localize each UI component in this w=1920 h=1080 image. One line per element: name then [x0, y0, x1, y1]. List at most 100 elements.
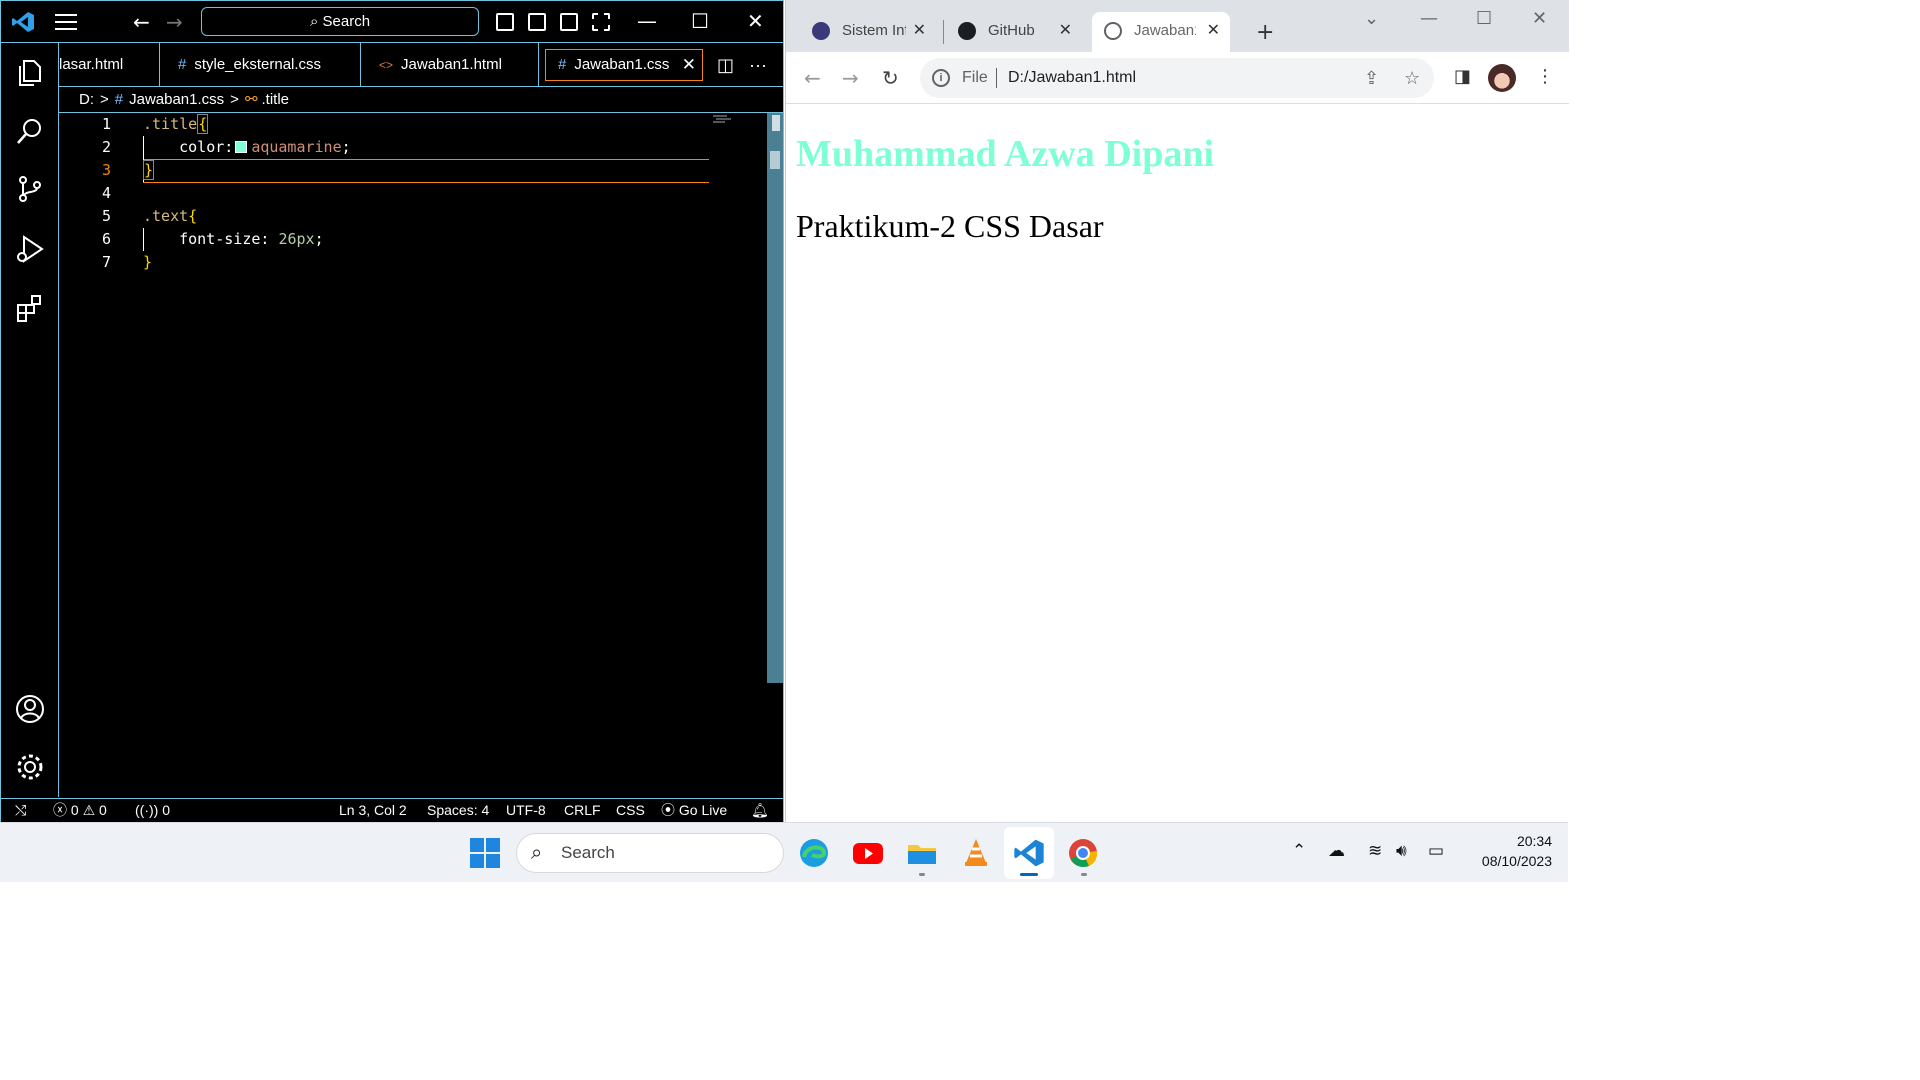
toggle-primary-sidebar-icon[interactable] [496, 13, 514, 31]
reload-icon[interactable]: ↻ [882, 66, 899, 90]
volume-icon[interactable]: 🔊︎ [1396, 841, 1407, 861]
active-indicator [1020, 873, 1038, 876]
file-explorer-icon[interactable] [906, 837, 938, 869]
notifications-bell-icon[interactable]: 🔔︎ [751, 799, 769, 822]
taskbar-search-box[interactable]: ⌕ Search [516, 833, 784, 873]
close-icon[interactable]: ✕ [1532, 8, 1547, 29]
youtube-icon[interactable] [852, 837, 884, 869]
running-indicator [919, 873, 925, 876]
breadcrumb-file[interactable]: Jawaban1.css [129, 91, 224, 108]
css-file-icon: # [178, 56, 187, 73]
vscode-window: ← → ⌕ Search — ☐ ✕ lasar.html # style_eks… [0, 0, 784, 822]
tab-close-icon[interactable]: ✕ [1059, 12, 1072, 50]
extensions-icon[interactable] [14, 293, 46, 325]
info-icon[interactable]: i [932, 69, 950, 87]
source-control-icon[interactable] [14, 173, 46, 205]
language-mode[interactable]: CSS [616, 799, 645, 822]
back-arrow-icon[interactable]: ← [804, 66, 821, 90]
editor-scrollbar[interactable] [767, 113, 783, 683]
new-tab-icon[interactable]: + [1256, 20, 1274, 45]
windows-start-icon[interactable] [469, 837, 501, 869]
address-bar[interactable]: i File D:/Jawaban1.html ⇪ ☆ [920, 58, 1434, 98]
more-actions-icon[interactable]: ··· [749, 55, 767, 76]
more-menu-icon[interactable]: ⋮ [1536, 66, 1554, 87]
share-icon[interactable]: ⇪ [1364, 58, 1379, 98]
wifi-icon[interactable]: ≋ [1368, 841, 1382, 861]
minimap[interactable] [713, 115, 733, 123]
battery-icon[interactable]: ▭ [1428, 841, 1444, 861]
tab-close-icon[interactable]: ✕ [682, 50, 696, 80]
search-icon[interactable] [14, 115, 46, 147]
code-editor[interactable]: 1 2 3 4 5 6 7 .title{ color: aquamarine; … [59, 113, 767, 797]
chrome-icon[interactable] [1067, 837, 1099, 869]
code-line-3: } [143, 160, 155, 180]
remote-icon[interactable]: ⤭ [15, 799, 26, 822]
show-hidden-icons-chevron-up-icon[interactable]: ⌃ [1292, 841, 1306, 861]
globe-icon [1104, 22, 1122, 40]
end-of-line[interactable]: CRLF [564, 799, 601, 822]
browser-tab-jawaban1[interactable]: Jawaban1 ✕ [1092, 12, 1230, 52]
line-number: 3 [101, 161, 111, 179]
menu-icon[interactable] [55, 14, 77, 30]
broadcast-icon: ⦿ [661, 802, 675, 818]
run-debug-icon[interactable] [14, 233, 46, 265]
accounts-icon[interactable] [14, 693, 46, 725]
bookmark-star-icon[interactable]: ☆ [1404, 58, 1420, 98]
onedrive-cloud-icon[interactable]: ☁ [1328, 841, 1345, 861]
toggle-secondary-sidebar-icon[interactable] [560, 13, 578, 31]
edge-icon[interactable] [798, 837, 830, 869]
line-number: 6 [101, 230, 111, 248]
profile-avatar[interactable] [1488, 64, 1516, 92]
current-line-highlight [143, 159, 709, 183]
customize-layout-icon[interactable] [592, 13, 610, 31]
university-logo-icon [812, 22, 830, 40]
tab-lasar-html[interactable]: lasar.html [59, 43, 160, 87]
maximize-icon[interactable]: ☐ [691, 9, 709, 33]
forward-arrow-icon[interactable]: → [166, 10, 183, 34]
tab-close-icon[interactable]: ✕ [1207, 12, 1220, 50]
tab-close-icon[interactable]: ✕ [913, 12, 926, 50]
css-file-icon: # [114, 91, 124, 108]
minimize-icon[interactable]: — [637, 9, 657, 33]
side-panel-icon[interactable]: ◨ [1454, 66, 1471, 87]
css-file-icon: # [558, 56, 567, 73]
encoding[interactable]: UTF-8 [506, 799, 546, 822]
line-number: 5 [101, 207, 111, 225]
command-center-search[interactable]: ⌕ Search [201, 7, 479, 36]
breadcrumb: D: > # Jawaban1.css > ⚯ .title [59, 88, 783, 113]
browser-tab-github[interactable]: GitHub ✕ [946, 12, 1082, 52]
toggle-panel-icon[interactable] [528, 13, 546, 31]
minimize-icon[interactable]: — [1420, 8, 1438, 29]
tab-jawaban1-css[interactable]: # Jawaban1.css ✕ [545, 49, 703, 81]
problems-indicator[interactable]: ⓧ 0 ⚠ 0 [53, 799, 107, 822]
breadcrumb-drive[interactable]: D: [79, 91, 94, 108]
maximize-icon[interactable]: ☐ [1476, 8, 1492, 29]
back-arrow-icon[interactable]: ← [133, 10, 150, 34]
scrollbar-thumb[interactable] [772, 115, 780, 131]
tab-search-chevron-down-icon[interactable]: ⌄ [1364, 8, 1379, 29]
vscode-taskbar-icon[interactable] [1013, 837, 1045, 869]
omnibox-divider [996, 68, 997, 88]
page-paragraph: Praktikum-2 CSS Dasar [796, 208, 1104, 244]
vlc-icon[interactable] [960, 837, 992, 869]
symbol-class-icon: ⚯ [244, 91, 258, 108]
tab-style-eksternal-css[interactable]: # style_eksternal.css [160, 43, 361, 87]
cursor-position[interactable]: Ln 3, Col 2 [339, 799, 407, 822]
system-clock[interactable]: 20:34 08/10/2023 [1460, 831, 1552, 871]
ports-indicator[interactable]: ((·)) 0 [135, 799, 170, 822]
color-swatch[interactable] [235, 141, 248, 153]
forward-arrow-icon[interactable]: → [842, 66, 859, 90]
settings-gear-icon[interactable] [14, 751, 46, 783]
close-icon[interactable]: ✕ [747, 9, 764, 33]
indentation[interactable]: Spaces: 4 [427, 799, 489, 822]
vscode-logo-icon [12, 12, 34, 32]
split-editor-icon[interactable]: ◫ [717, 55, 734, 76]
browser-tab-sistem-inf[interactable]: Sistem Inf ✕ [800, 12, 936, 52]
go-live-button[interactable]: ⦿ Go Live [661, 799, 727, 822]
web-page-content: Muhammad Azwa Dipani Praktikum-2 CSS Das… [786, 104, 1569, 822]
page-heading: Muhammad Azwa Dipani [796, 133, 1215, 175]
activity-bar [1, 43, 59, 797]
breadcrumb-symbol[interactable]: .title [262, 91, 290, 108]
tab-jawaban1-html[interactable]: <> Jawaban1.html [361, 43, 539, 87]
explorer-icon[interactable] [14, 57, 46, 89]
